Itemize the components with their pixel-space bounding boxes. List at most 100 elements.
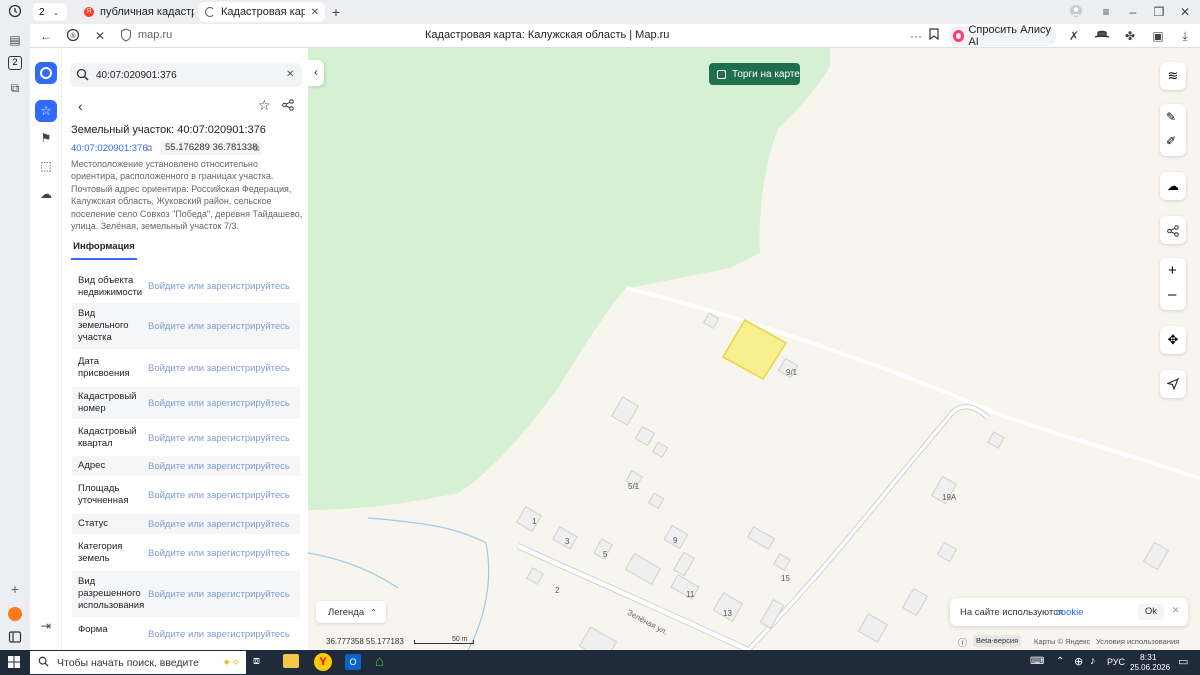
profile-icon[interactable]	[1068, 4, 1084, 20]
browser-address-bar: ← ® ✕ map.ru Кадастровая карта: Калужска…	[0, 24, 1200, 48]
volume-icon[interactable]: ♪	[1090, 655, 1096, 667]
terms-link[interactable]: Условия использования	[1096, 637, 1179, 646]
close-window-icon[interactable]: ✕	[1177, 4, 1193, 20]
stream-line	[308, 552, 399, 589]
restore-icon[interactable]: ❐	[1151, 4, 1167, 20]
edit-note-icon[interactable]: ✐	[1166, 134, 1176, 148]
geolocation-button[interactable]	[1160, 370, 1186, 398]
menu-icon[interactable]: ≡	[1098, 4, 1114, 20]
info-icon[interactable]: ⓘ	[958, 636, 967, 649]
search-box: 40:07:020901:376 ✕	[70, 63, 302, 87]
file-explorer-icon[interactable]	[283, 654, 299, 668]
extension-box-icon[interactable]: ▣	[1150, 28, 1166, 44]
screenshot-icon[interactable]: ⧉	[7, 80, 23, 96]
security-icon[interactable]: ®	[65, 28, 81, 44]
task-view-icon[interactable]: ⧈	[253, 655, 260, 668]
copyright-text[interactable]: Карты © Яндекс	[1034, 637, 1090, 646]
zoom-in-icon[interactable]: +	[1168, 262, 1177, 279]
home-app-icon[interactable]: ⌂	[375, 653, 384, 670]
house-label: 9	[673, 536, 678, 545]
yandex-browser-icon[interactable]: Y	[314, 653, 332, 671]
keyboard-icon[interactable]: ⌨	[1030, 656, 1044, 667]
tabs-badge-value: 2	[12, 57, 18, 67]
share-icon[interactable]	[282, 98, 294, 116]
ask-alice-button[interactable]: Спросить Алису AI	[948, 24, 1056, 48]
language-indicator[interactable]: РУС	[1107, 657, 1125, 667]
ruler-pencil-icon[interactable]: ✎	[1166, 110, 1176, 124]
login-link[interactable]: Войдите или зарегистрируйтесь	[144, 281, 290, 292]
login-link[interactable]: Войдите или зарегистрируйтесь	[144, 363, 290, 374]
back-icon[interactable]: ←	[38, 28, 54, 44]
info-row: Кадастровый номер Войдите или зарегистри…	[72, 387, 300, 419]
cookie-link[interactable]: cookie	[1056, 607, 1083, 618]
extensions-puzzle-icon[interactable]: ✤	[1122, 28, 1138, 44]
copy-coordinates-icon[interactable]: ⧉	[253, 143, 259, 154]
info-label: Вид разрешенного использования	[78, 576, 145, 611]
history-icon[interactable]	[7, 4, 23, 20]
new-tab-icon[interactable]: +	[328, 4, 344, 20]
windows-start-icon[interactable]	[8, 656, 20, 671]
selected-parcel[interactable]	[721, 318, 788, 380]
cookie-close-icon[interactable]: ✕	[1172, 605, 1180, 616]
share-map-button[interactable]	[1160, 216, 1186, 244]
layers-button[interactable]: ≋	[1160, 62, 1186, 90]
tab-information[interactable]: Информация	[71, 238, 137, 260]
tab-cadastral-map[interactable]: Кадастровая карта: Ка ✕	[199, 2, 325, 22]
search-input[interactable]: 40:07:020901:376	[96, 70, 177, 81]
flag-icon[interactable]: ⚑	[38, 130, 54, 146]
back-arrow-icon[interactable]: ‹	[78, 98, 83, 114]
zoom-out-icon[interactable]: –	[1168, 286, 1176, 303]
map-canvas[interactable]: 9/1 5/1 19А 1 3 5 9 2 11 13 15 Зелёная у…	[308, 48, 1200, 650]
app-logo-icon[interactable]	[35, 62, 57, 84]
download-icon[interactable]: ⤓	[1177, 28, 1193, 44]
more-options-icon[interactable]: ···	[908, 28, 924, 44]
collections-icon[interactable]: ▤	[7, 32, 23, 48]
login-link[interactable]: Войдите или зарегистрируйтесь	[144, 624, 290, 640]
alice-icon	[953, 30, 965, 42]
tab-cadastral-search[interactable]: Я публичная кадастровая к	[78, 2, 194, 22]
area-select-icon[interactable]: ⬚	[38, 158, 54, 174]
tabs-badge[interactable]: 2	[8, 56, 22, 70]
network-globe-icon[interactable]: ⊕	[1074, 655, 1083, 668]
login-link[interactable]: Войдите или зарегистрируйтесь	[144, 461, 290, 472]
outlook-icon[interactable]: O	[345, 654, 361, 670]
cadastral-number-link[interactable]: 40:07:020901:376	[71, 143, 148, 154]
login-link[interactable]: Войдите или зарегистрируйтесь	[144, 490, 290, 501]
stop-loading-icon[interactable]: ✕	[92, 28, 108, 44]
beta-badge[interactable]: Beta-версия	[973, 635, 1022, 647]
clear-search-icon[interactable]: ✕	[286, 69, 294, 80]
copy-number-icon[interactable]: ⧉	[146, 143, 152, 154]
zen-icon[interactable]	[8, 607, 22, 621]
login-link[interactable]: Войдите или зарегистрируйтесь	[144, 321, 290, 332]
tab-counter[interactable]: 2 ⌄	[33, 3, 67, 21]
login-link[interactable]: Войдите или зарегистрируйтесь	[144, 398, 290, 409]
sidebar-settings-icon[interactable]	[7, 630, 23, 646]
show-hidden-icons[interactable]: ⌃	[1056, 656, 1064, 667]
notifications-icon[interactable]: ▭	[1178, 655, 1188, 668]
auction-map-button[interactable]: Торги на карте	[709, 63, 800, 85]
pan-button[interactable]: ✥	[1160, 326, 1186, 354]
upload-cloud-button[interactable]: ☁	[1160, 172, 1186, 200]
legend-button[interactable]: Легенда ⌃	[316, 601, 386, 623]
favorites-star-icon[interactable]: ☆	[35, 100, 57, 122]
login-link[interactable]: Войдите или зарегистрируйтесь	[144, 548, 290, 559]
extension-hat-icon[interactable]	[1094, 28, 1110, 44]
clock-time[interactable]: 8:31	[1140, 652, 1157, 662]
url-text[interactable]: map.ru	[138, 29, 172, 41]
favorite-star-icon[interactable]: ☆	[258, 97, 271, 114]
scale-label: 50 m	[452, 636, 468, 643]
login-link[interactable]: Войдите или зарегистрируйтесь	[144, 433, 290, 444]
close-tab-icon[interactable]: ✕	[311, 7, 319, 18]
collapse-panel-button[interactable]: ‹	[308, 60, 324, 86]
minimize-icon[interactable]: –	[1125, 4, 1141, 20]
login-link[interactable]: Войдите или зарегистрируйтесь	[144, 589, 290, 600]
login-icon[interactable]: ⇥	[38, 618, 54, 634]
clock-date[interactable]: 25.06.2026	[1130, 663, 1170, 672]
taskbar-search[interactable]: Чтобы начать поиск, введите ✦✧	[30, 651, 246, 674]
cookie-ok-button[interactable]: Ok	[1138, 604, 1164, 620]
bookmark-icon[interactable]	[926, 28, 942, 44]
login-link[interactable]: Войдите или зарегистрируйтесь	[144, 519, 290, 530]
cloud-icon[interactable]: ☁	[38, 186, 54, 202]
add-panel-icon[interactable]: +	[7, 581, 23, 597]
extension-k-icon[interactable]: ✗	[1066, 28, 1082, 44]
